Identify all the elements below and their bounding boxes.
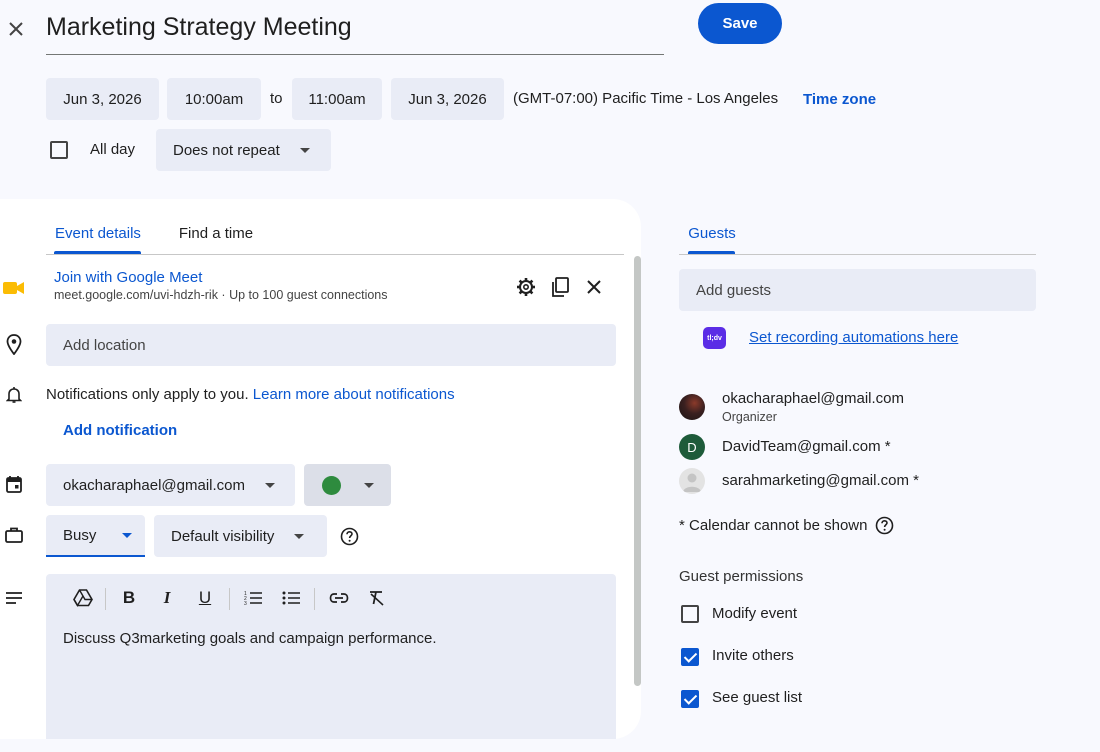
calendar-note: * Calendar cannot be shown [679, 517, 868, 534]
calendar-icon [4, 473, 24, 495]
add-guests-placeholder: Add guests [696, 281, 772, 299]
location-input[interactable]: Add location [46, 324, 616, 366]
google-meet-icon [3, 279, 25, 297]
end-time-text: 11:00am [308, 90, 366, 108]
guest-avatar: D [679, 434, 705, 460]
visibility-value: Default visibility [171, 527, 275, 545]
event-color-dropdown[interactable] [304, 464, 391, 506]
chevron-down-icon [265, 482, 275, 488]
description-editor[interactable]: B I U 123 Discuss Q3marketing goals and … [46, 574, 616, 739]
start-time-text: 10:00am [184, 90, 244, 108]
end-date-field[interactable]: Jun 3, 2026 [391, 78, 504, 120]
gear-icon[interactable] [515, 276, 537, 298]
description-icon [4, 588, 24, 608]
chevron-down-icon [299, 147, 310, 153]
title-input[interactable]: Marketing Strategy Meeting [46, 8, 664, 55]
start-date-field[interactable]: Jun 3, 2026 [46, 78, 159, 120]
all-day-checkbox[interactable] [50, 141, 68, 159]
copy-icon[interactable] [549, 276, 571, 298]
meet-subtext: meet.google.com/uvi-hdzh-rik · Up to 100… [54, 288, 388, 302]
underline-icon[interactable]: U [194, 576, 216, 620]
tab-guests-label: Guests [688, 224, 736, 242]
clear-formatting-icon[interactable] [364, 576, 390, 620]
to-label: to [270, 90, 283, 107]
recording-automations-link[interactable]: Set recording automations here [749, 329, 958, 346]
location-placeholder: Add location [63, 336, 146, 354]
guests-divider [679, 254, 1036, 255]
bold-icon[interactable]: B [118, 576, 140, 620]
location-pin-icon [4, 333, 24, 355]
google-drive-icon[interactable] [70, 576, 96, 620]
tab-find-time[interactable]: Find a time [168, 212, 264, 254]
add-guests-input[interactable]: Add guests [679, 269, 1036, 311]
tab-find-time-label: Find a time [178, 224, 254, 242]
timezone-text: (GMT-07:00) Pacific Time - Los Angeles [513, 90, 779, 107]
learn-more-link[interactable]: Learn more about notifications [253, 386, 455, 403]
guest-role: Organizer [722, 410, 777, 424]
join-meet-link[interactable]: Join with Google Meet [54, 269, 202, 286]
guest-avatar [679, 468, 705, 494]
italic-icon[interactable]: I [156, 576, 178, 620]
see-guest-list-checkbox[interactable] [681, 690, 699, 708]
tabs-divider [46, 254, 624, 255]
calendar-owner-text: okacharaphael@gmail.com [63, 476, 245, 494]
formatting-toolbar: B I U 123 [46, 576, 616, 620]
see-guest-list-label: See guest list [712, 689, 803, 706]
link-icon[interactable] [326, 576, 352, 620]
title-text: Marketing Strategy Meeting [46, 13, 352, 41]
repeat-value: Does not repeat [173, 141, 280, 159]
scrollbar-thumb[interactable] [634, 256, 641, 686]
chevron-down-icon [363, 482, 374, 488]
chevron-down-icon [294, 533, 305, 539]
invite-others-label: Invite others [712, 647, 794, 664]
modify-event-checkbox[interactable] [681, 605, 699, 623]
tab-guests[interactable]: Guests [679, 212, 745, 254]
invite-others-checkbox[interactable] [681, 648, 699, 666]
save-button[interactable]: Save [698, 3, 782, 44]
toolbar-divider [314, 588, 315, 610]
tab-event-details-label: Event details [55, 224, 141, 242]
svg-text:3: 3 [244, 601, 247, 606]
help-icon[interactable] [338, 525, 360, 547]
guest-email: okacharaphael@gmail.com [722, 390, 904, 407]
chevron-down-icon [122, 532, 133, 538]
toolbar-divider [105, 588, 106, 610]
visibility-dropdown[interactable]: Default visibility [154, 515, 327, 557]
numbered-list-icon[interactable]: 123 [241, 576, 265, 620]
bell-icon [4, 384, 24, 406]
availability-status: Busy [63, 526, 97, 544]
remove-meet-icon[interactable] [584, 277, 604, 297]
modify-event-label: Modify event [712, 605, 798, 622]
notifications-info: Notifications only apply to you. Learn m… [46, 386, 455, 403]
end-date-text: Jun 3, 2026 [408, 90, 487, 108]
end-time-field[interactable]: 11:00am [292, 78, 382, 120]
description-text: Discuss Q3marketing goals and campaign p… [63, 630, 437, 647]
guest-email: DavidTeam@gmail.com * [722, 438, 891, 455]
tldv-logo-text: tl;dv [707, 334, 722, 342]
briefcase-icon [4, 524, 24, 546]
save-label: Save [722, 15, 758, 32]
guest-permissions-title: Guest permissions [679, 568, 804, 585]
timezone-link[interactable]: Time zone [803, 91, 876, 108]
tab-event-details[interactable]: Event details [46, 212, 150, 254]
guest-email: sarahmarketing@gmail.com * [722, 472, 919, 489]
availability-dropdown[interactable]: Busy [46, 515, 145, 557]
tldv-logo: tl;dv [703, 327, 726, 349]
guest-avatar-initial: D [687, 439, 697, 455]
start-date-text: Jun 3, 2026 [63, 90, 142, 108]
notifications-info-text: Notifications only apply to you. [46, 386, 249, 403]
all-day-label: All day [90, 141, 136, 158]
guest-avatar [679, 394, 705, 420]
start-time-field[interactable]: 10:00am [167, 78, 261, 120]
help-icon[interactable] [874, 515, 894, 535]
toolbar-divider [229, 588, 230, 610]
repeat-dropdown[interactable]: Does not repeat [156, 129, 331, 171]
add-notification-button[interactable]: Add notification [63, 422, 177, 439]
calendar-owner-dropdown[interactable]: okacharaphael@gmail.com [46, 464, 295, 506]
event-color-swatch [321, 475, 341, 495]
close-icon[interactable] [4, 17, 28, 41]
bulleted-list-icon[interactable] [279, 576, 303, 620]
